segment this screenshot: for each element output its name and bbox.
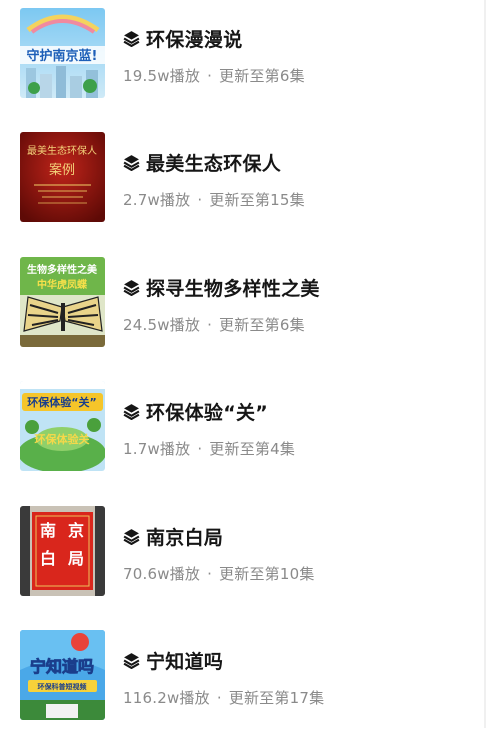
- thumbnail-text: 最美生态环保人: [27, 144, 97, 157]
- series-thumbnail[interactable]: 守护南京蓝!: [20, 8, 105, 98]
- play-count: 2.7w播放: [123, 191, 191, 209]
- thumbnail-char: 南: [40, 521, 56, 540]
- series-thumbnail[interactable]: 最美生态环保人 案例: [20, 132, 105, 222]
- series-meta: 24.5w播放 · 更新至第6集: [123, 314, 305, 335]
- thumbnail-text: 生物多样性之美: [27, 263, 98, 276]
- update-status: 更新至第4集: [209, 440, 296, 458]
- update-status: 更新至第17集: [228, 689, 325, 707]
- update-status: 更新至第10集: [219, 565, 315, 583]
- thumbnail-text: 宁知道吗: [30, 657, 94, 676]
- series-meta: 19.5w播放 · 更新至第6集: [123, 65, 305, 86]
- play-count: 70.6w播放: [123, 565, 201, 583]
- thumbnail-subtext: 环保科普短视频: [38, 682, 87, 691]
- series-thumbnail[interactable]: 生物多样性之美 中华虎凤蝶: [20, 257, 105, 347]
- meta-separator: ·: [197, 440, 203, 458]
- series-title[interactable]: 南京白局: [146, 523, 223, 550]
- play-count: 1.7w播放: [123, 440, 191, 458]
- series-item-huanbao-tiyan-guan[interactable]: 环保体验“关” 环保体验关 环保体验“关” 1.7w播放 · 更新至第4集: [0, 381, 486, 481]
- thumbnail-text: 环保体验“关”: [27, 395, 96, 409]
- thumbnail-subtext: 案例: [49, 163, 75, 178]
- series-title[interactable]: 宁知道吗: [146, 647, 223, 674]
- series-meta: 2.7w播放 · 更新至第15集: [123, 189, 305, 210]
- series-meta: 70.6w播放 · 更新至第10集: [123, 563, 315, 584]
- collection-stack-icon: [123, 30, 140, 47]
- update-status: 更新至第6集: [219, 67, 305, 85]
- thumbnail-text: 守护南京蓝!: [27, 48, 98, 64]
- series-item-tanxun-shengwu-duoyangxing[interactable]: 生物多样性之美 中华虎凤蝶 探寻生物多样性之美 24.5w播放 · 更新至第6集: [0, 257, 486, 357]
- update-status: 更新至第15集: [209, 191, 305, 209]
- meta-separator: ·: [207, 565, 213, 583]
- meta-separator: ·: [197, 191, 203, 209]
- thumbnail-subtext: 中华虎凤蝶: [37, 278, 88, 291]
- thumbnail-char: 京: [68, 521, 84, 540]
- play-count: 24.5w播放: [123, 316, 201, 334]
- collection-stack-icon: [123, 403, 140, 420]
- series-title[interactable]: 探寻生物多样性之美: [146, 274, 320, 301]
- thumbnail-subtext: 环保体验关: [35, 432, 90, 446]
- play-count: 19.5w播放: [123, 67, 201, 85]
- play-count: 116.2w播放: [123, 689, 210, 707]
- thumbnail-char: 局: [68, 549, 84, 568]
- collection-stack-icon: [123, 528, 140, 545]
- series-meta: 1.7w播放 · 更新至第4集: [123, 438, 295, 459]
- series-thumbnail[interactable]: 宁知道吗 环保科普短视频: [20, 630, 105, 720]
- meta-separator: ·: [216, 689, 222, 707]
- meta-separator: ·: [207, 316, 213, 334]
- collection-stack-icon: [123, 279, 140, 296]
- series-item-huanbao-manmanshuo[interactable]: 守护南京蓝! 环保漫漫说 19.5w播放 · 更新至第6集: [0, 8, 486, 108]
- series-title[interactable]: 环保体验“关”: [146, 398, 268, 425]
- series-item-nanjing-baiju[interactable]: 南 京 白 局 南京白局 70.6w播放 · 更新至第10集: [0, 506, 486, 606]
- collection-stack-icon: [123, 154, 140, 171]
- series-thumbnail[interactable]: 南 京 白 局: [20, 506, 105, 596]
- series-item-zuimei-shengtai-huanbaoren[interactable]: 最美生态环保人 案例 最美生态环保人 2.7w播放 · 更新至第15集: [0, 132, 486, 232]
- update-status: 更新至第6集: [219, 316, 305, 334]
- series-title[interactable]: 环保漫漫说: [146, 25, 243, 52]
- meta-separator: ·: [207, 67, 213, 85]
- series-meta: 116.2w播放 · 更新至第17集: [123, 687, 324, 708]
- series-thumbnail[interactable]: 环保体验“关” 环保体验关: [20, 381, 105, 471]
- thumbnail-char: 白: [40, 549, 56, 568]
- series-title[interactable]: 最美生态环保人: [146, 149, 281, 176]
- collection-stack-icon: [123, 652, 140, 669]
- series-item-ning-zhidao-ma[interactable]: 宁知道吗 环保科普短视频 宁知道吗 116.2w播放 · 更新至第17集: [0, 630, 486, 730]
